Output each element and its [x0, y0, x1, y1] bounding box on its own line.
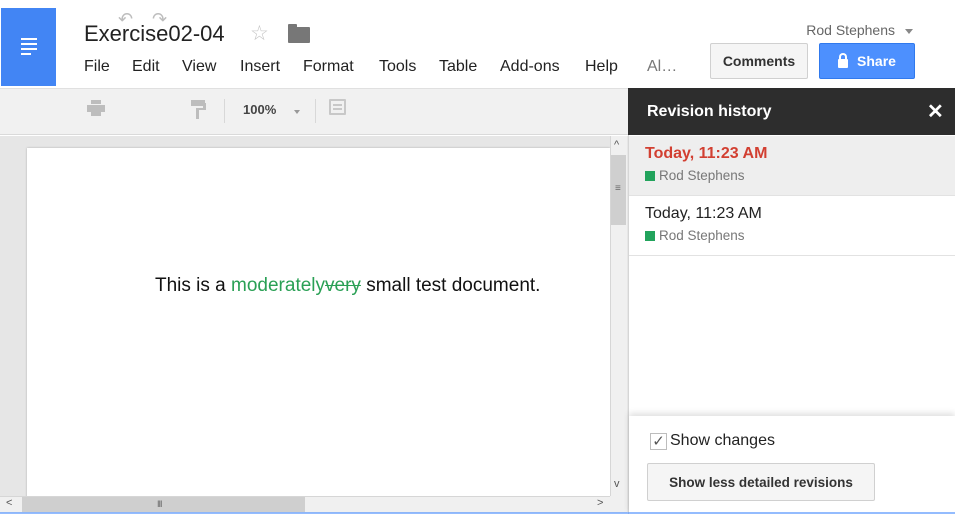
- check-icon[interactable]: ✓: [650, 432, 667, 450]
- author-color-swatch: [645, 170, 655, 181]
- chevron-down-icon[interactable]: [294, 110, 300, 114]
- menu-all-changes-saved[interactable]: Al…: [647, 58, 677, 76]
- document-page[interactable]: [27, 148, 610, 498]
- lock-icon: [838, 52, 849, 68]
- show-changes-label: Show changes: [670, 432, 775, 449]
- share-button[interactable]: Share: [819, 43, 915, 79]
- revision-author-name: Rod Stephens: [659, 168, 745, 183]
- user-account-name[interactable]: Rod Stephens: [806, 22, 895, 38]
- inserted-text: moderately: [231, 275, 326, 296]
- scroll-left-arrow-icon[interactable]: <: [6, 497, 12, 509]
- menu-help[interactable]: Help: [585, 58, 618, 76]
- zoom-select[interactable]: 100%: [243, 102, 276, 117]
- show-less-detailed-button[interactable]: Show less detailed revisions: [647, 463, 875, 501]
- folder-icon[interactable]: [288, 24, 310, 43]
- document-body-text[interactable]: This is a moderatelyvery small test docu…: [155, 275, 540, 297]
- grip-icon: III: [157, 499, 162, 509]
- menu-addons[interactable]: Add-ons: [500, 58, 560, 76]
- revision-author-name: Rod Stephens: [659, 228, 745, 243]
- scroll-right-arrow-icon[interactable]: >: [597, 497, 603, 509]
- paint-format-icon[interactable]: [189, 99, 207, 119]
- chevron-down-icon[interactable]: [905, 29, 913, 34]
- revision-history-title: Revision history: [647, 103, 772, 120]
- menu-view[interactable]: View: [182, 58, 216, 76]
- share-button-label: Share: [857, 53, 896, 69]
- menu-file[interactable]: File: [84, 58, 110, 76]
- scroll-down-arrow-icon[interactable]: v: [614, 478, 620, 490]
- revision-author: Rod Stephens: [645, 168, 745, 183]
- text-after: small test document.: [360, 275, 541, 296]
- docs-menu-icon[interactable]: [1, 8, 56, 86]
- menu-edit[interactable]: Edit: [132, 58, 160, 76]
- horizontal-scroll-thumb[interactable]: [22, 497, 305, 512]
- text-before: This is a: [155, 275, 232, 296]
- comments-button[interactable]: Comments: [710, 43, 808, 79]
- revision-time: Today, 11:23 AM: [645, 205, 762, 222]
- close-icon[interactable]: ✕: [927, 99, 944, 124]
- undo-icon[interactable]: ↶: [118, 9, 133, 30]
- revision-time: Today, 11:23 AM: [645, 145, 768, 162]
- author-color-swatch: [645, 230, 655, 241]
- scrollbar-corner: [610, 496, 627, 513]
- toolbar-divider: [315, 99, 316, 123]
- grip-icon: ≡: [615, 183, 621, 194]
- print-icon[interactable]: [87, 99, 105, 117]
- comment-icon[interactable]: [329, 99, 346, 115]
- toolbar-divider: [224, 99, 225, 123]
- revision-author: Rod Stephens: [645, 228, 745, 243]
- deleted-text: very: [325, 275, 361, 296]
- redo-icon[interactable]: ↷: [152, 9, 167, 30]
- menu-table[interactable]: Table: [439, 58, 477, 76]
- menu-format[interactable]: Format: [303, 58, 354, 76]
- star-icon[interactable]: ☆: [250, 21, 269, 46]
- show-changes-checkbox[interactable]: ✓ Show changes: [650, 432, 775, 450]
- menu-insert[interactable]: Insert: [240, 58, 280, 76]
- menu-tools[interactable]: Tools: [379, 58, 416, 76]
- scroll-up-arrow-icon[interactable]: ^: [614, 139, 619, 151]
